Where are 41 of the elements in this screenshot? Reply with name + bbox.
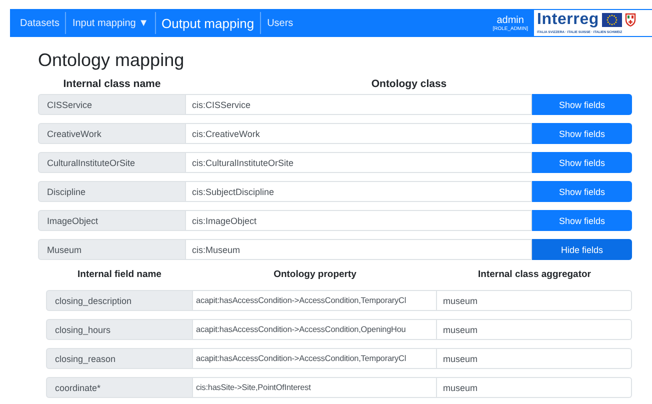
eu-flag-icon <box>602 12 622 26</box>
ontology-class-field[interactable]: cis:CulturalInstituteOrSite <box>186 152 532 173</box>
ontology-property-field[interactable]: cis:hasSite->Site,PointOfInterest <box>193 377 437 398</box>
ontology-class-field[interactable]: cis:CISService <box>186 94 532 115</box>
column-header: Internal class name <box>62 78 162 90</box>
show-fields-button[interactable]: Show fields <box>532 123 632 144</box>
ontology-class-field[interactable]: cis:Museum <box>186 239 532 260</box>
field-name-label: coordinate* <box>46 377 193 398</box>
ontology-property-field[interactable]: acapit:hasAccessCondition->AccessCondition,OpeningHou <box>193 319 437 340</box>
show-fields-button[interactable]: Show fields <box>532 152 632 173</box>
field-name-label: closing_reason <box>46 348 193 369</box>
class-name-label: CreativeWork <box>38 123 186 144</box>
aggregator-field[interactable]: museum <box>437 348 632 369</box>
ontology-property-field[interactable]: acapit:hasAccessCondition->AccessCondition,TemporaryCl <box>193 290 437 311</box>
page-title: Ontology mapping <box>38 50 186 71</box>
column-header: Ontology class <box>370 78 448 90</box>
class-name-label: Discipline <box>38 181 186 202</box>
aggregator-field[interactable]: museum <box>437 290 632 311</box>
ontology-class-field[interactable]: cis:ImageObject <box>186 210 532 231</box>
show-fields-button[interactable]: Show fields <box>532 94 632 115</box>
class-name-label: CulturalInstituteOrSite <box>38 152 186 173</box>
logo-wordmark: Interreg <box>537 11 599 28</box>
ontology-class-field[interactable]: cis:CreativeWork <box>186 123 532 144</box>
user-name: admin <box>496 14 524 26</box>
field-name-label: closing_description <box>46 290 193 311</box>
column-header: Ontology property <box>272 268 358 280</box>
nav-link[interactable]: Output mapping <box>156 12 262 34</box>
class-name-label: Museum <box>38 239 186 260</box>
aggregator-field[interactable]: museum <box>437 319 632 340</box>
field-name-label: closing_hours <box>46 319 193 340</box>
show-fields-button[interactable]: Show fields <box>532 210 632 231</box>
class-name-label: CISService <box>38 94 186 115</box>
class-name-label: ImageObject <box>38 210 186 231</box>
column-header: Internal field name <box>76 268 162 280</box>
ontology-property-field[interactable]: acapit:hasAccessCondition->AccessCondition,TemporaryCl <box>193 348 437 369</box>
ontology-class-field[interactable]: cis:SubjectDiscipline <box>186 181 532 202</box>
hide-fields-button[interactable]: Hide fields <box>532 239 632 260</box>
show-fields-button[interactable]: Show fields <box>532 181 632 202</box>
column-header: Internal class aggregator <box>477 268 592 280</box>
aggregator-field[interactable]: museum <box>437 377 632 398</box>
shield-icon <box>624 12 636 26</box>
